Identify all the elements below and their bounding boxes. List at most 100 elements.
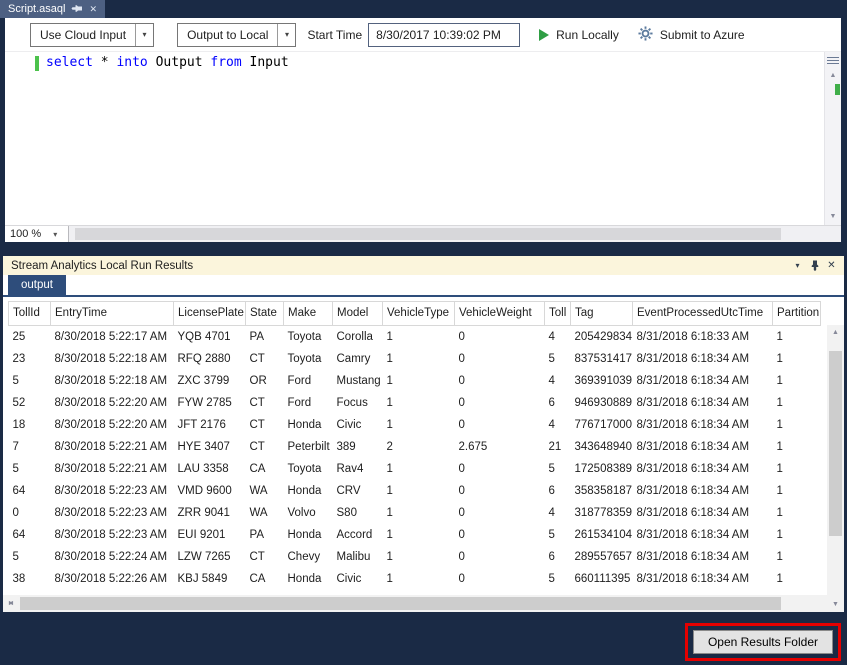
- table-cell: FYW 2785: [174, 392, 246, 414]
- table-row[interactable]: 58/30/2018 5:22:18 AMZXC 3799ORFordMusta…: [9, 370, 821, 392]
- chevron-down-icon: ▾: [53, 230, 57, 239]
- table-cell: LAU 3358: [174, 458, 246, 480]
- table-cell: 8/31/2018 6:18:34 AM: [633, 370, 773, 392]
- table-cell: 1: [773, 348, 821, 370]
- table-cell: 6: [545, 392, 571, 414]
- table-cell: 389: [333, 436, 383, 458]
- close-icon[interactable]: ✕: [89, 5, 97, 14]
- table-cell: Focus: [333, 392, 383, 414]
- document-tab-row: Script.asaql ✕: [0, 0, 847, 18]
- table-row[interactable]: 58/30/2018 5:22:24 AMLZW 7265CTChevyMali…: [9, 546, 821, 568]
- submit-to-azure-button[interactable]: Submit to Azure: [638, 26, 745, 44]
- table-cell: 8/31/2018 6:18:34 AM: [633, 546, 773, 568]
- scroll-up-icon[interactable]: ▲: [827, 325, 844, 340]
- column-header-tollid[interactable]: TollId: [9, 302, 51, 326]
- table-row[interactable]: 648/30/2018 5:22:23 AMEUI 9201PAHondaAcc…: [9, 524, 821, 546]
- start-time-input[interactable]: [368, 23, 520, 47]
- table-cell: 8/31/2018 6:18:34 AM: [633, 414, 773, 436]
- zoom-level-dropdown[interactable]: 100 % ▾: [5, 226, 69, 242]
- table-cell: YQB 4701: [174, 326, 246, 349]
- code-editor[interactable]: select * into Output from Input ▲ ▼: [5, 52, 841, 225]
- scrollbar-thumb[interactable]: [20, 597, 781, 610]
- table-row[interactable]: 78/30/2018 5:22:21 AMHYE 3407CTPeterbilt…: [9, 436, 821, 458]
- results-horizontal-scrollbar[interactable]: ◄ ►: [3, 595, 827, 612]
- close-icon[interactable]: ✕: [823, 258, 840, 273]
- table-row[interactable]: 188/30/2018 5:22:20 AMJFT 2176CTHondaCiv…: [9, 414, 821, 436]
- column-header-partition[interactable]: Partition: [773, 302, 821, 326]
- document-tab-script-asaql[interactable]: Script.asaql ✕: [0, 0, 105, 18]
- column-header-licenseplate[interactable]: LicensePlate: [174, 302, 246, 326]
- table-row[interactable]: 388/30/2018 5:22:26 AMKBJ 5849CAHondaCiv…: [9, 568, 821, 590]
- splitter-grip-icon[interactable]: [827, 54, 839, 66]
- table-cell: 8/30/2018 5:22:17 AM: [51, 326, 174, 349]
- table-cell: 1: [773, 392, 821, 414]
- column-header-model[interactable]: Model: [333, 302, 383, 326]
- table-cell: Honda: [284, 568, 333, 590]
- table-cell: 6: [545, 480, 571, 502]
- table-cell: PA: [246, 524, 284, 546]
- chevron-down-icon: ▾: [277, 24, 295, 46]
- results-table: TollIdEntryTimeLicensePlateStateMakeMode…: [8, 301, 821, 595]
- table-cell: Camry: [333, 348, 383, 370]
- open-results-folder-button[interactable]: Open Results Folder: [693, 630, 833, 654]
- table-cell: 8/31/2018 6:18:34 AM: [633, 392, 773, 414]
- table-cell: 205429834: [571, 326, 633, 349]
- table-cell: 1: [383, 414, 455, 436]
- pin-icon[interactable]: [806, 258, 823, 273]
- pin-icon[interactable]: [72, 3, 82, 16]
- table-cell: 5: [9, 546, 51, 568]
- table-cell: RFQ 2880: [174, 348, 246, 370]
- scroll-up-icon[interactable]: ▲: [825, 68, 841, 83]
- table-cell: 8/31/2018 6:18:34 AM: [633, 524, 773, 546]
- editor-vertical-scrollbar[interactable]: ▲ ▼: [824, 52, 841, 225]
- results-vertical-scrollbar[interactable]: ▲ ▼: [827, 325, 844, 612]
- column-header-entrytime[interactable]: EntryTime: [51, 302, 174, 326]
- window-position-menu-icon[interactable]: ▾: [789, 258, 806, 273]
- table-cell: 1: [773, 414, 821, 436]
- column-header-vehicletype[interactable]: VehicleType: [383, 302, 455, 326]
- table-cell: 0: [9, 502, 51, 524]
- table-cell: 0: [455, 370, 545, 392]
- table-row[interactable]: 648/30/2018 5:22:23 AMVMD 9600WAHondaCRV…: [9, 480, 821, 502]
- scroll-down-icon[interactable]: ▼: [825, 209, 841, 224]
- table-cell: 6: [545, 546, 571, 568]
- table-cell: PA: [246, 326, 284, 349]
- table-cell: CT: [246, 414, 284, 436]
- table-cell: JFT 2176: [174, 414, 246, 436]
- run-locally-button[interactable]: Run Locally: [539, 28, 619, 42]
- document-area: Use Cloud Input ▾ Output to Local ▾ Star…: [5, 18, 841, 242]
- table-cell: 8/31/2018 6:18:34 AM: [633, 568, 773, 590]
- column-header-eventprocessedutctime[interactable]: EventProcessedUtcTime: [633, 302, 773, 326]
- input-source-dropdown[interactable]: Use Cloud Input ▾: [30, 23, 154, 47]
- table-cell: Honda: [284, 414, 333, 436]
- play-icon: [539, 29, 549, 41]
- results-table-header-row: TollIdEntryTimeLicensePlateStateMakeMode…: [9, 302, 821, 326]
- table-row[interactable]: 258/30/2018 5:22:17 AMYQB 4701PAToyotaCo…: [9, 326, 821, 349]
- column-header-make[interactable]: Make: [284, 302, 333, 326]
- scroll-down-icon[interactable]: ▼: [827, 597, 844, 612]
- column-header-vehicleweight[interactable]: VehicleWeight: [455, 302, 545, 326]
- start-time-label: Start Time: [307, 28, 362, 42]
- table-cell: ZXC 3799: [174, 370, 246, 392]
- output-target-dropdown[interactable]: Output to Local ▾: [177, 23, 296, 47]
- table-cell: CT: [246, 392, 284, 414]
- table-cell: 0: [455, 392, 545, 414]
- scrollbar-thumb[interactable]: [829, 351, 842, 536]
- table-row[interactable]: 528/30/2018 5:22:20 AMFYW 2785CTFordFocu…: [9, 392, 821, 414]
- zoom-level-value: 100 %: [10, 228, 41, 240]
- table-row[interactable]: 08/30/2018 5:22:23 AMZRR 9041WAVolvoS801…: [9, 502, 821, 524]
- scrollbar-thumb[interactable]: [75, 228, 781, 240]
- table-row[interactable]: 58/30/2018 5:22:21 AMLAU 3358CAToyotaRav…: [9, 458, 821, 480]
- editor-horizontal-scrollbar[interactable]: [69, 226, 841, 242]
- results-panel-titlebar[interactable]: Stream Analytics Local Run Results ▾ ✕: [3, 256, 844, 275]
- table-cell: 1: [773, 326, 821, 349]
- column-header-state[interactable]: State: [246, 302, 284, 326]
- table-cell: 2: [383, 436, 455, 458]
- column-header-tag[interactable]: Tag: [571, 302, 633, 326]
- scroll-right-icon[interactable]: ►: [3, 595, 19, 612]
- table-cell: 1: [383, 546, 455, 568]
- table-cell: Accord: [333, 524, 383, 546]
- tab-output[interactable]: output: [8, 275, 66, 295]
- column-header-toll[interactable]: Toll: [545, 302, 571, 326]
- table-row[interactable]: 238/30/2018 5:22:18 AMRFQ 2880CTToyotaCa…: [9, 348, 821, 370]
